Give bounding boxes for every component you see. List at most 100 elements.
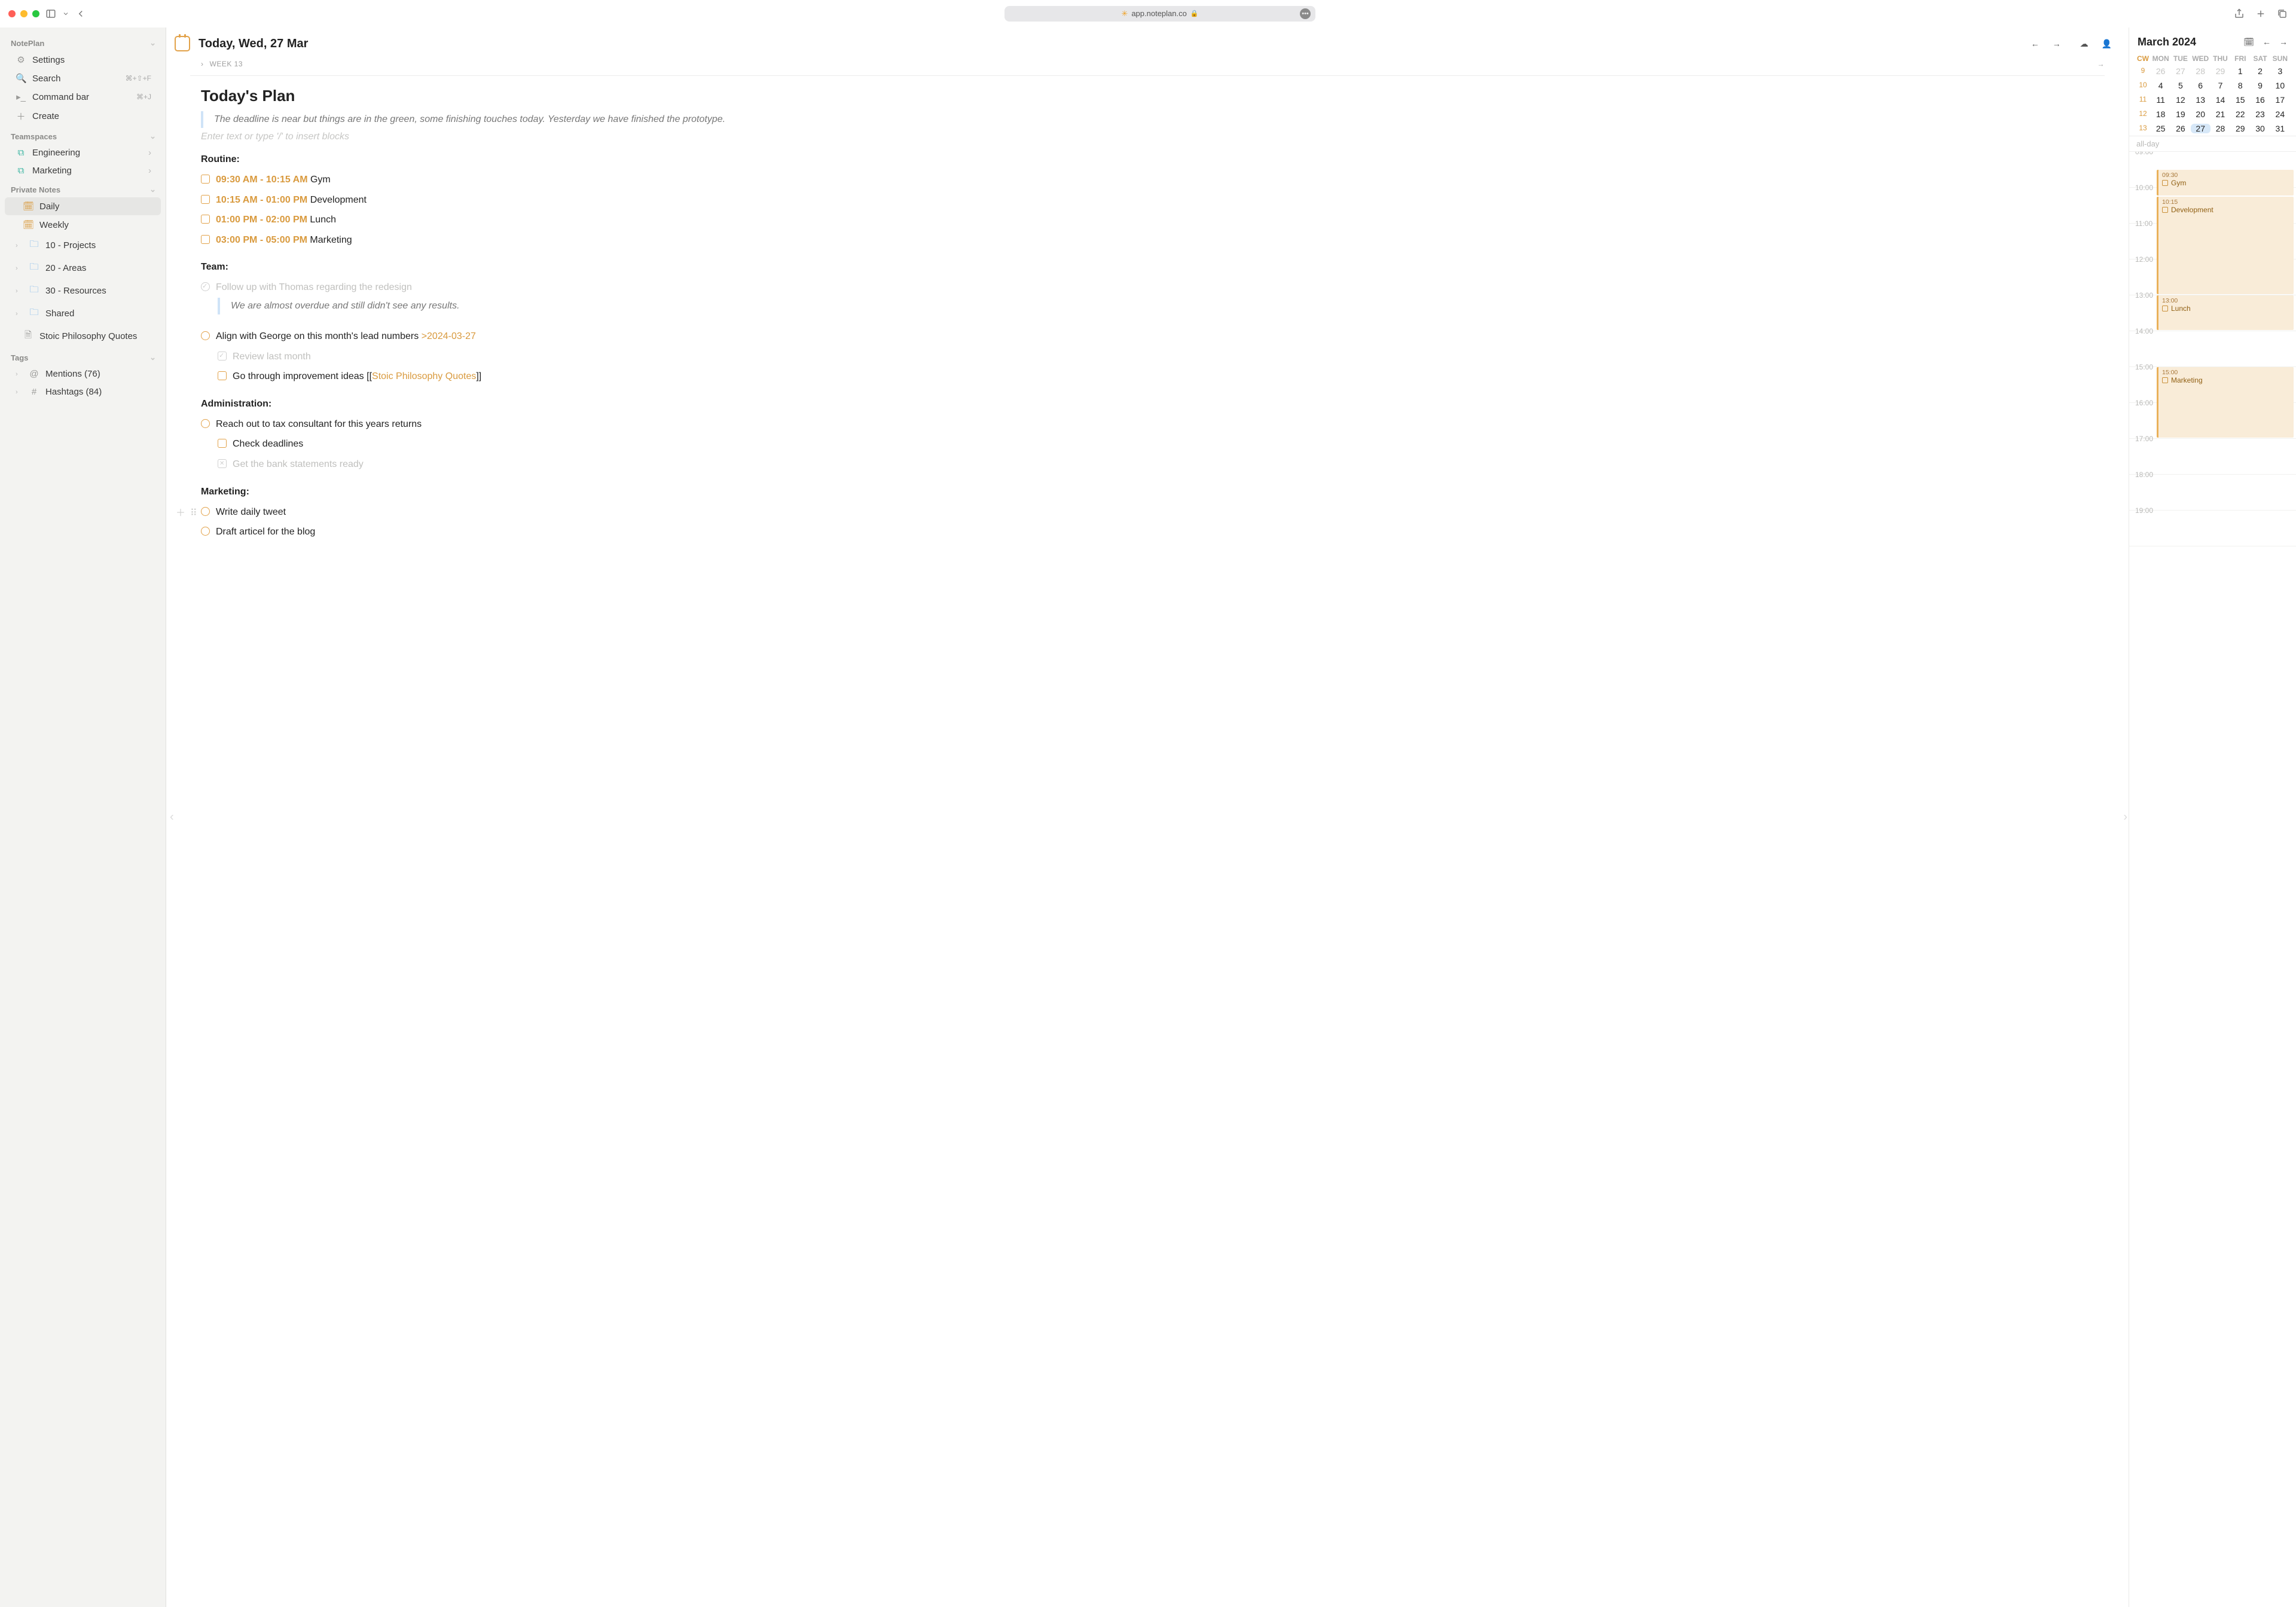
sidebar-section-private[interactable]: Private Notes ⌄ <box>0 180 166 197</box>
calendar-day[interactable]: 28 <box>2191 66 2210 76</box>
calendar-day[interactable]: 28 <box>2210 124 2230 133</box>
calendar-day[interactable]: 8 <box>2230 81 2250 90</box>
subtask-cancelled[interactable]: Get the bank statements ready <box>218 454 2105 475</box>
sidebar-folder-resources[interactable]: › 🗀 30 - Resources <box>5 280 161 302</box>
calendar-day[interactable]: 20 <box>2191 109 2210 119</box>
traffic-lights[interactable] <box>8 10 39 17</box>
sidebar-folder-projects[interactable]: › 🗀 10 - Projects <box>5 234 161 256</box>
chevron-down-icon[interactable] <box>62 8 69 19</box>
calendar-day[interactable]: 14 <box>2210 95 2230 105</box>
chevron-right-icon[interactable]: › <box>16 310 23 317</box>
calendar-day[interactable]: 29 <box>2230 124 2250 133</box>
subtask-deadlines[interactable]: Check deadlines <box>218 434 2105 454</box>
sidebar-folder-shared[interactable]: › 🗀 Shared <box>5 303 161 325</box>
chevron-right-icon[interactable]: › <box>16 371 23 378</box>
site-menu-icon[interactable]: ••• <box>1300 8 1311 19</box>
week-number[interactable]: 10 <box>2135 81 2151 90</box>
routine-task[interactable]: 03:00 PM - 05:00 PM Marketing <box>201 230 2105 250</box>
calendar-day[interactable]: 3 <box>2270 66 2290 76</box>
calendar-day[interactable]: 12 <box>2170 95 2190 105</box>
calendar-day[interactable]: 9 <box>2250 81 2270 90</box>
calendar-event[interactable]: 09:30Gym <box>2157 170 2294 195</box>
calendar-day[interactable]: 4 <box>2151 81 2170 90</box>
sidebar-create[interactable]: ＋ Create <box>5 106 161 126</box>
calendar-day[interactable]: 15 <box>2230 95 2250 105</box>
note-heading[interactable]: Today's Plan <box>201 87 2105 105</box>
hour-row[interactable]: 17:00 <box>2129 439 2296 475</box>
chevron-right-icon[interactable]: › <box>16 265 23 272</box>
hour-row[interactable]: 18:00 <box>2129 475 2296 511</box>
calendar-day[interactable]: 23 <box>2250 109 2270 119</box>
week-number[interactable]: 9 <box>2135 66 2151 76</box>
prev-day-button[interactable]: ← <box>2031 39 2039 48</box>
sidebar-settings[interactable]: ⚙ Settings <box>5 51 161 69</box>
hour-row[interactable]: 19:00 <box>2129 511 2296 546</box>
sidebar-teamspace-engineering[interactable]: ⧉ Engineering › <box>5 144 161 161</box>
allday-row[interactable]: all-day <box>2129 136 2296 152</box>
add-line-icon[interactable]: ＋ <box>176 506 185 521</box>
checkbox-cancelled-icon[interactable] <box>218 459 227 468</box>
week-number[interactable]: 11 <box>2135 95 2151 105</box>
calendar-day[interactable]: 11 <box>2151 95 2170 105</box>
prev-month-button[interactable]: ← <box>2263 37 2271 47</box>
sidebar-tag-mentions[interactable]: › @ Mentions (76) <box>5 365 161 383</box>
sidebar-app-header[interactable]: NotePlan ⌄ <box>0 33 166 50</box>
calendar-day[interactable]: 22 <box>2230 109 2250 119</box>
sidebar-command-bar[interactable]: ▸_ Command bar ⌘+J <box>5 88 161 106</box>
routine-task[interactable]: 10:15 AM - 01:00 PM Development <box>201 190 2105 210</box>
timeline[interactable]: 09:0010:0011:0012:0013:0014:0015:0016:00… <box>2129 152 2296 1607</box>
sidebar-note-weekly[interactable]: 🗓 Weekly <box>5 216 161 234</box>
task-tweet[interactable]: ＋ ⠿ Write daily tweet <box>201 502 2105 523</box>
task-align[interactable]: Align with George on this month's lead n… <box>201 326 2105 347</box>
calendar-day[interactable]: 13 <box>2191 95 2210 105</box>
task-tax[interactable]: Reach out to tax consultant for this yea… <box>201 414 2105 435</box>
wiki-link[interactable]: Stoic Philosophy Quotes <box>372 371 476 381</box>
week-number[interactable]: 12 <box>2135 109 2151 119</box>
subtask-review[interactable]: Review last month <box>218 347 2105 367</box>
intro-quote[interactable]: The deadline is near but things are in t… <box>201 111 2105 128</box>
share-icon[interactable] <box>2234 8 2245 19</box>
checkbox-open-icon[interactable] <box>218 439 227 448</box>
sidebar-section-tags[interactable]: Tags ⌄ <box>0 348 166 365</box>
calendar-day[interactable]: 6 <box>2191 81 2210 90</box>
sidebar-search[interactable]: 🔍 Search ⌘+⇧+F <box>5 69 161 87</box>
new-tab-icon[interactable] <box>2255 8 2266 19</box>
calendar-day[interactable]: 7 <box>2210 81 2230 90</box>
sidebar-section-teamspaces[interactable]: Teamspaces ⌄ <box>0 127 166 143</box>
hour-row[interactable]: 14:00 <box>2129 331 2296 367</box>
sidebar-tag-hashtags[interactable]: › # Hashtags (84) <box>5 383 161 401</box>
calendar-day[interactable]: 17 <box>2270 95 2290 105</box>
checkbox-done-icon[interactable] <box>201 282 210 291</box>
calendar-day[interactable]: 16 <box>2250 95 2270 105</box>
next-month-button[interactable]: → <box>2279 37 2288 47</box>
calendar-event[interactable]: 15:00Marketing <box>2157 367 2294 438</box>
drag-handle-icon[interactable]: ⠿ <box>190 506 197 521</box>
section-admin[interactable]: Administration: <box>201 399 2105 410</box>
editor-body[interactable]: Today's Plan The deadline is near but th… <box>166 76 2129 1607</box>
checkbox-open-icon[interactable] <box>201 507 210 516</box>
calendar-day[interactable]: 31 <box>2270 124 2290 133</box>
today-button-icon[interactable]: 🗓 <box>2243 37 2254 47</box>
chevron-right-icon[interactable]: › <box>16 288 23 295</box>
checkbox-done-icon[interactable] <box>218 352 227 360</box>
calendar-day[interactable]: 2 <box>2250 66 2270 76</box>
section-team[interactable]: Team: <box>201 262 2105 273</box>
calendar-day[interactable]: 26 <box>2170 124 2190 133</box>
user-icon[interactable]: 👤 <box>2102 39 2112 49</box>
checkbox-open-icon[interactable] <box>201 195 210 204</box>
next-day-button[interactable]: → <box>2053 39 2061 48</box>
checkbox-open-icon[interactable] <box>201 215 210 224</box>
team-quote[interactable]: We are almost overdue and still didn't s… <box>218 298 2105 314</box>
calendar-day[interactable]: 30 <box>2250 124 2270 133</box>
checkbox-open-icon[interactable] <box>201 175 210 184</box>
sidebar-toggle-icon[interactable] <box>45 8 56 19</box>
cloud-sync-icon[interactable]: ☁ <box>2080 39 2089 49</box>
checkbox-open-icon[interactable] <box>201 527 210 536</box>
calendar-event[interactable]: 13:00Lunch <box>2157 295 2294 330</box>
calendar-day[interactable]: 27 <box>2170 66 2190 76</box>
calendar-day[interactable]: 26 <box>2151 66 2170 76</box>
editor-placeholder[interactable]: Enter text or type '/' to insert blocks <box>201 132 2105 142</box>
subtask-ideas[interactable]: Go through improvement ideas [[Stoic Phi… <box>218 366 2105 387</box>
calendar-day[interactable]: 19 <box>2170 109 2190 119</box>
calendar-day[interactable]: 21 <box>2210 109 2230 119</box>
